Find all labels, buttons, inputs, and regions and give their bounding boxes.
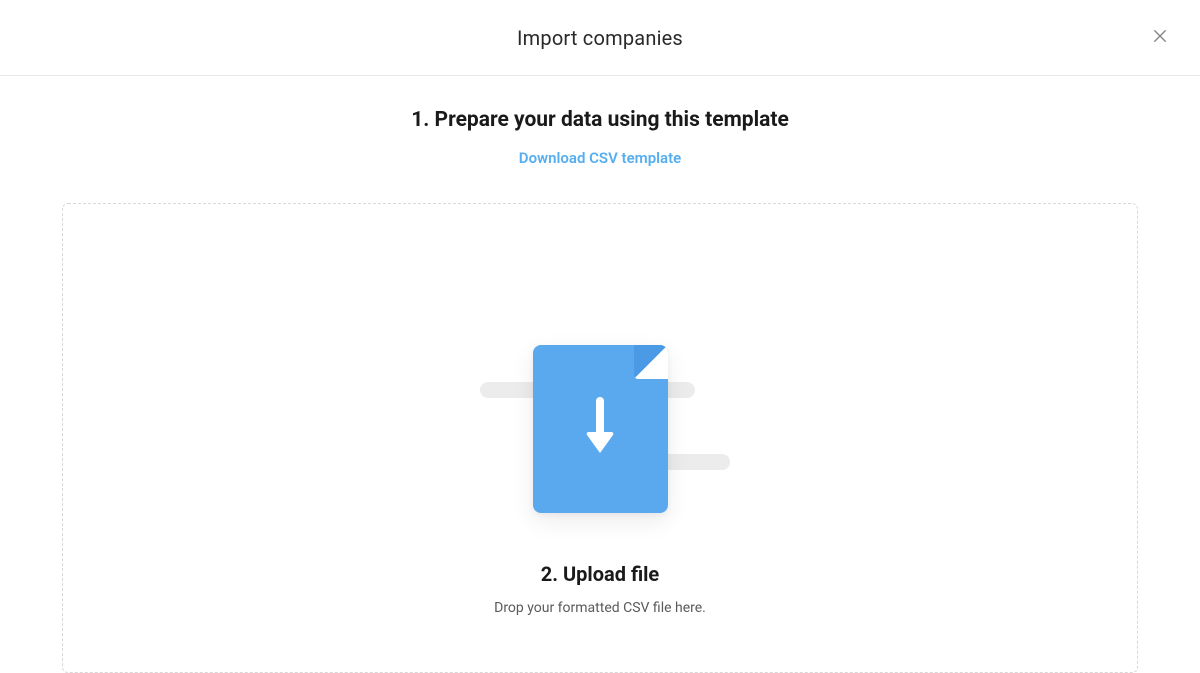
download-csv-link[interactable]: Download CSV template [519,149,681,167]
modal-body: 1. Prepare your data using this template… [0,76,1200,673]
modal-header: Import companies [0,0,1200,76]
close-icon [1151,27,1169,49]
modal-title: Import companies [517,26,683,50]
step-one-title: 1. Prepare your data using this template [62,108,1138,132]
step-one-section: 1. Prepare your data using this template… [62,108,1138,167]
step-two-title: 2. Upload file [541,562,660,586]
file-dropzone[interactable]: 2. Upload file Drop your formatted CSV f… [62,203,1138,673]
file-illustration [465,334,735,524]
arrow-down-icon [583,395,617,463]
close-button[interactable] [1148,26,1172,50]
file-icon [533,345,668,513]
step-two-subtitle: Drop your formatted CSV file here. [494,600,706,616]
